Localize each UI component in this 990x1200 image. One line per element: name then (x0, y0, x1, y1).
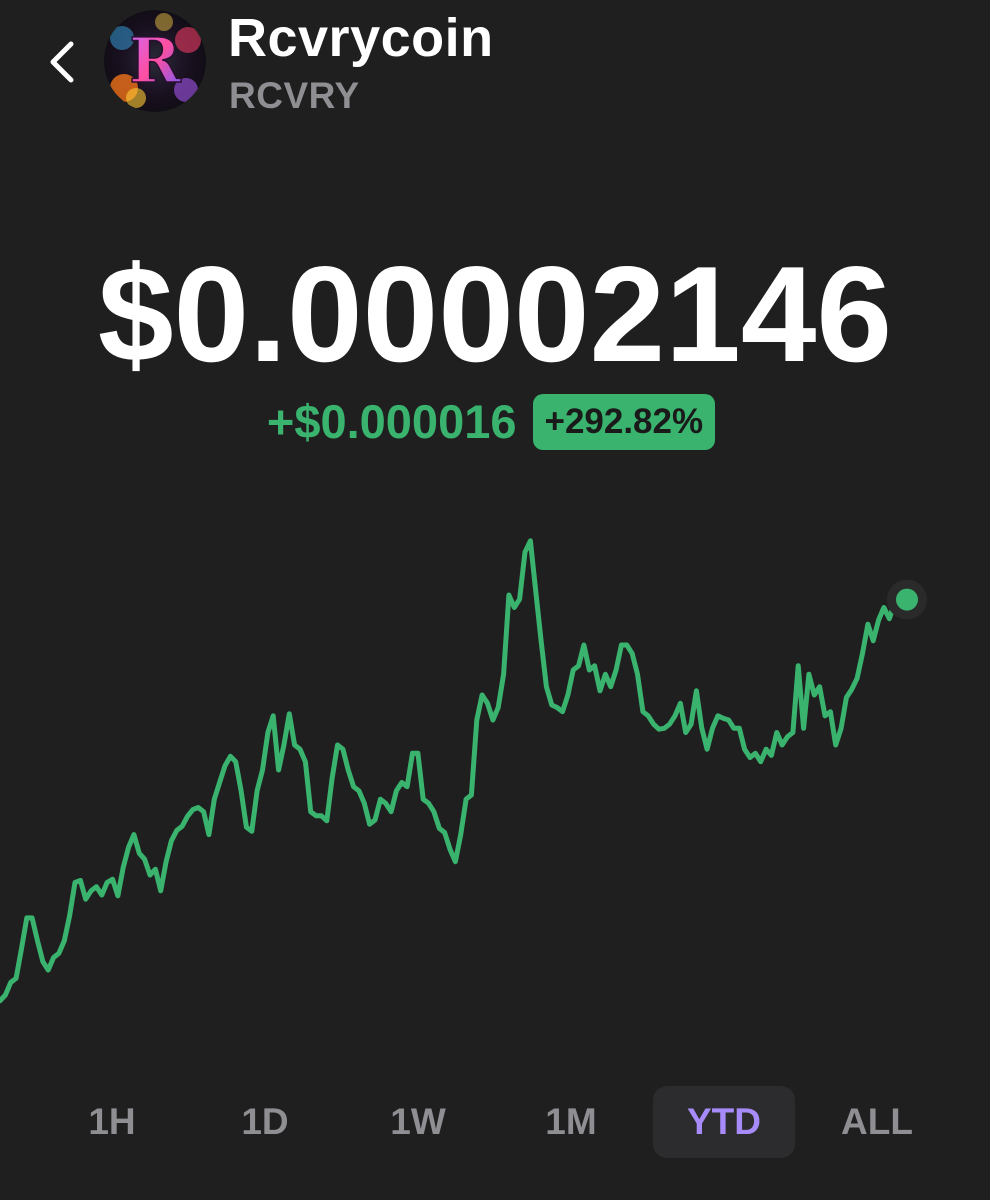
range-tab-1w[interactable]: 1W (347, 1086, 489, 1158)
coin-name: Rcvrycoin (228, 8, 494, 68)
range-tab-ytd[interactable]: YTD (653, 1086, 795, 1158)
price-change-percent-badge: +292.82% (532, 394, 716, 450)
range-tab-1d[interactable]: 1D (194, 1086, 336, 1158)
price-line (0, 538, 903, 1004)
current-price: $0.00002146 (97, 238, 893, 390)
back-button[interactable] (36, 30, 88, 94)
coin-logo-icon: R (104, 10, 206, 112)
avatar: R (104, 10, 206, 112)
range-tab-1h[interactable]: 1H (41, 1086, 183, 1158)
range-tab-1m[interactable]: 1M (500, 1086, 642, 1158)
header: R Rcvrycoin RCVRY (0, 0, 990, 130)
price-change-row: +$0.000016 +292.82% (0, 394, 990, 450)
range-tab-all[interactable]: ALL (806, 1086, 948, 1158)
coin-ticker: RCVRY (229, 75, 360, 116)
last-point-marker (896, 588, 918, 611)
chevron-left-icon (50, 41, 74, 83)
time-range-selector: 1H 1D 1W 1M YTD ALL (0, 1086, 990, 1158)
price-change-amount: +$0.000016 (266, 395, 517, 448)
price-chart[interactable] (0, 520, 990, 1020)
svg-text:R: R (129, 24, 181, 97)
